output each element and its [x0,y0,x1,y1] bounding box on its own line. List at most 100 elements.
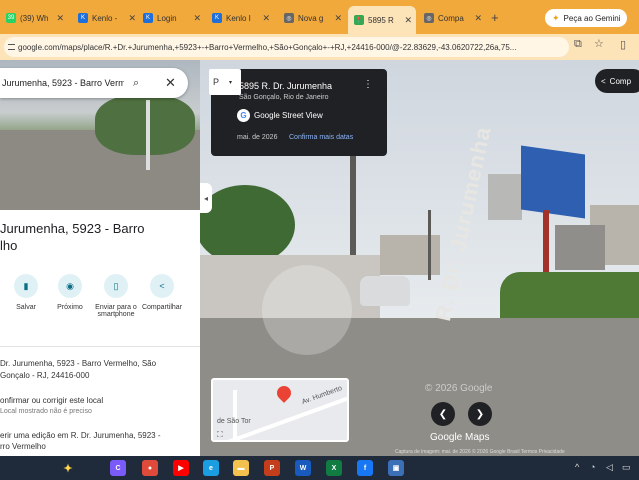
address-bar: google.com/maps/place/R.+Dr.+Jurumenha,+… [0,34,639,60]
browser-tab[interactable]: 39 (39) Wh ✕ [0,6,68,30]
previous-arrow-button[interactable]: ❮ [431,402,455,426]
install-icon[interactable]: ⧉ [574,38,582,51]
car [360,276,410,306]
search-input[interactable]: Jurumenha, 5923 - Barro Verme [2,78,124,88]
tray-chevron-icon[interactable]: ^ [575,462,579,472]
search-icon[interactable]: ⌕ [133,77,139,90]
action-buttons: ▮ Salvar ◉ Próximo ▯ Enviar para o smartphone… [0,274,200,344]
browser-tab[interactable]: 📍 5895 R ✕ [348,6,416,34]
confirm-location-link[interactable]: onfirmar ou corrigir este local [0,395,103,406]
bookmark-icon: ▮ [14,274,38,298]
gemini-label: Peça ao Gemini [563,13,621,23]
more-options-icon[interactable]: ⋮ [363,79,373,90]
sv-title: 5895 R. Dr. Jurumenha [239,81,333,91]
share-button[interactable]: < Comp [595,69,639,93]
browser-tab[interactable]: ◎ Compa ✕ [418,6,486,30]
close-tab-icon[interactable]: ✕ [262,13,270,24]
battery-icon[interactable]: ▭ [622,462,631,473]
close-tab-icon[interactable]: ✕ [404,15,412,26]
watermark: © 2026 Google [425,383,493,394]
expand-icon[interactable]: ⛶ [217,430,223,440]
collapse-panel-button[interactable]: ◂ [200,183,212,213]
site-info-icon[interactable] [8,44,15,50]
close-tab-icon[interactable]: ✕ [56,13,64,24]
browser-tab[interactable]: K Kenlo I ✕ [206,6,274,30]
photo-trees [95,95,195,155]
widgets-icon[interactable]: ✦ [60,460,76,476]
utility-pole [428,210,431,280]
tab-label: Kenlo I [226,13,251,23]
sv-date: mai. de 2026 [237,134,278,141]
sv-brand-label: Google Street View [254,111,323,120]
action-phone-button[interactable]: ▯ Enviar para o smartphone [94,274,138,318]
tab-favicon-icon: ◎ [284,13,294,23]
powerpoint-icon[interactable]: P [264,460,280,476]
action-label: Próximo [57,304,83,311]
bookmark-star-icon[interactable]: ☆ [594,37,604,50]
browser-tab[interactable]: ◎ Nova g ✕ [278,6,346,30]
tab-favicon-icon: K [78,13,88,23]
action-share-button[interactable]: < Compartilhar [140,274,184,311]
pegman-button[interactable]: P ▾ [209,69,241,95]
edge-icon[interactable]: e [203,460,219,476]
tab-label: Kenlo - [92,13,118,23]
word-icon[interactable]: W [295,460,311,476]
close-tab-icon[interactable]: ✕ [193,13,201,24]
tab-label: Compa [438,13,464,23]
sv-brand: G Google Street View [237,109,323,122]
new-tab-button[interactable]: + [491,10,499,25]
copilot-icon[interactable]: C [110,460,126,476]
profile-icon[interactable]: ▯ [620,38,626,51]
url-text: google.com/maps/place/R.+Dr.+Jurumenha,+… [18,42,517,52]
map-road [233,390,237,440]
tab-label: Nova g [298,13,324,23]
youtube-icon[interactable]: ▶ [173,460,189,476]
location-pin-icon [274,383,294,403]
excel-icon[interactable]: X [326,460,342,476]
explorer-icon[interactable]: ▬ [233,460,249,476]
street-view-cursor [262,265,352,355]
tab-favicon-icon: K [212,13,222,23]
chevron-down-icon: ▾ [229,79,233,86]
photo-pole [146,100,150,170]
minimap[interactable]: Av. Humberto de São Tor ⛶ [211,378,349,442]
map-place-label: de São Tor [217,418,251,425]
speaker-icon[interactable]: ◁ [606,462,613,473]
tab-label: 5895 R [368,15,394,25]
google-maps-logo: Google Maps [430,432,490,443]
address-line[interactable]: Dr. Jurumenha, 5923 - Barro Vermelho, Sã… [0,358,156,369]
billboard [521,145,585,219]
search-box[interactable]: Jurumenha, 5923 - Barro Verme ⌕ ✕ [0,68,188,98]
action-label: Enviar para o smartphone [95,304,137,318]
url-field[interactable]: google.com/maps/place/R.+Dr.+Jurumenha,+… [4,37,569,57]
pegman-label: P [213,77,220,87]
suggest-edit-link[interactable]: erir uma edição em R. Dr. Jurumenha, 592… [0,430,161,441]
browser-tab[interactable]: K Login ✕ [137,6,205,30]
close-tab-icon[interactable]: ✕ [128,13,136,24]
gemini-button[interactable]: ✦ Peça ao Gemini [545,9,627,27]
suggest-edit-link-2[interactable]: rro Vermelho [0,441,46,452]
chrome-icon[interactable]: ● [142,460,158,476]
sv-more-dates-link[interactable]: Confirma mais datas [289,134,353,141]
action-bookmark-button[interactable]: ▮ Salvar [4,274,48,311]
tab-label: (39) Wh [20,13,49,23]
tab-favicon-icon: 📍 [354,15,364,25]
address-line-2[interactable]: Gonçalo - RJ, 24416-000 [0,370,89,381]
close-tab-icon[interactable]: ✕ [474,13,482,24]
action-label: Salvar [16,304,36,311]
app-icon[interactable]: ▣ [388,460,404,476]
taskbar: ✦ ^ ◔ ◁ ▭ C ● ▶ e ▬ P W Xf ▣ [0,456,639,480]
tab-favicon-icon: 39 [6,13,16,23]
facebook-icon[interactable]: f [357,460,373,476]
action-nearby-button[interactable]: ◉ Próximo [48,274,92,311]
share-label: Comp [609,76,632,86]
map-footer: Captura de imagem: mai. de 2026 © 2026 G… [395,449,565,455]
close-icon[interactable]: ✕ [165,75,176,91]
wifi-icon[interactable]: ◔ [590,462,595,472]
tab-label: Login [157,13,177,23]
next-arrow-button[interactable]: ❯ [468,402,492,426]
close-tab-icon[interactable]: ✕ [334,13,342,24]
place-panel: Jurumenha, 5923 - Barro Verme ⌕ ✕ Jurume… [0,60,200,456]
gemini-icon: ✦ [552,12,560,23]
browser-tab[interactable]: K Kenlo - ✕ [72,6,140,30]
